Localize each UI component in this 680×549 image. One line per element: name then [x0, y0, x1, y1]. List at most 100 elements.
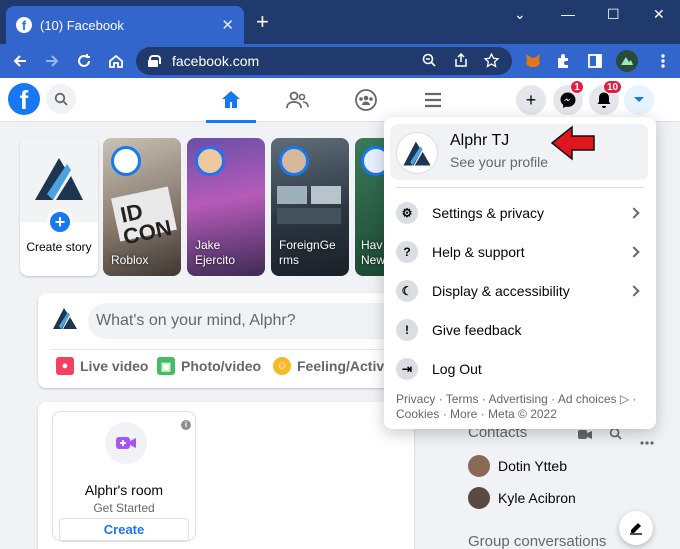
- story-avatar-foreigngerms: [279, 146, 309, 176]
- share-icon[interactable]: [454, 52, 468, 70]
- group-conversations-heading: Group conversations: [468, 533, 607, 549]
- create-story-label: Create story: [26, 240, 92, 254]
- nav-groups-icon[interactable]: [335, 78, 397, 122]
- create-story-card[interactable]: + Create story: [20, 138, 98, 276]
- tab-close-icon[interactable]: ✕: [221, 16, 234, 34]
- gear-icon: ⚙: [396, 202, 418, 224]
- video-room-icon: [105, 422, 147, 464]
- settings-privacy-label: Settings & privacy: [432, 205, 545, 221]
- nav-friends-icon[interactable]: [266, 78, 328, 122]
- photo-video-label: Photo/video: [181, 358, 262, 374]
- settings-privacy-item[interactable]: ⚙ Settings & privacy: [396, 197, 646, 229]
- notifications-bell-icon[interactable]: 10: [589, 80, 623, 115]
- display-accessibility-item[interactable]: ☾ Display & accessibility: [396, 275, 646, 307]
- back-icon[interactable]: [4, 46, 36, 76]
- story-card-jake[interactable]: Jake Ejercito: [187, 138, 265, 276]
- tab-search-icon[interactable]: ⌄: [514, 6, 526, 23]
- help-support-label: Help & support: [432, 244, 525, 260]
- address-bar[interactable]: facebook.com: [136, 47, 512, 75]
- facebook-logo[interactable]: f: [8, 83, 40, 115]
- new-tab-button[interactable]: +: [256, 10, 269, 34]
- room-subtitle: Get Started: [93, 501, 155, 515]
- story-name-foreigngerms: ForeignGe rms: [279, 238, 336, 267]
- give-feedback-item[interactable]: ! Give feedback: [396, 314, 646, 346]
- story-card-news[interactable]: Hav New: [355, 138, 387, 276]
- profile-avatar-icon[interactable]: [616, 50, 638, 72]
- feeling-activity-button[interactable]: ☺ Feeling/Activi: [273, 357, 388, 375]
- edit-icon: [630, 523, 642, 535]
- chevron-right-icon: [628, 246, 640, 258]
- story-name-news: Hav New: [361, 238, 386, 267]
- minimize-button[interactable]: —: [561, 6, 575, 22]
- messenger-icon[interactable]: 1: [553, 80, 584, 115]
- contact-item[interactable]: Dotin Ytteb: [468, 455, 567, 477]
- chevron-right-icon: [628, 207, 640, 219]
- composer-divider: [50, 349, 402, 350]
- display-accessibility-label: Display & accessibility: [432, 283, 570, 299]
- live-video-icon: ●: [56, 357, 74, 375]
- account-dropdown-icon[interactable]: [624, 85, 654, 115]
- annotation-arrow-icon: [550, 125, 595, 161]
- url-text: facebook.com: [172, 53, 260, 69]
- story-name-roblox: Roblox: [111, 253, 149, 267]
- lock-icon: [148, 55, 161, 67]
- contact-avatar: [468, 455, 490, 477]
- see-profile-item[interactable]: Alphr TJ See your profile: [390, 124, 648, 180]
- search-icon[interactable]: [46, 84, 76, 114]
- help-support-item[interactable]: ? Help & support: [396, 236, 646, 268]
- browser-tab-strip: f (10) Facebook ✕ + ⌄ — ☐ ✕: [0, 0, 680, 44]
- forward-icon[interactable]: [36, 46, 68, 76]
- tab-title: (10) Facebook: [40, 17, 124, 33]
- whats-on-your-mind-input[interactable]: What's on your mind, Alphr?: [88, 303, 408, 339]
- photo-video-button[interactable]: ▣ Photo/video: [157, 357, 261, 375]
- feeling-activity-label: Feeling/Activi: [297, 358, 389, 374]
- zoom-icon[interactable]: [422, 53, 436, 70]
- log-out-icon: ⇥: [396, 358, 418, 380]
- live-video-label: Live video: [80, 358, 149, 374]
- nav-home-icon[interactable]: [200, 78, 262, 123]
- contacts-more-icon[interactable]: [640, 432, 654, 450]
- new-room-icon[interactable]: [578, 428, 592, 446]
- room-title: Alphr's room: [84, 482, 164, 498]
- profile-avatar: [396, 132, 438, 174]
- profile-subtitle: See your profile: [450, 154, 549, 170]
- browser-tab[interactable]: f (10) Facebook ✕: [6, 6, 244, 44]
- nav-menu-icon[interactable]: [402, 78, 464, 122]
- chevron-right-icon: [628, 285, 640, 297]
- home-icon[interactable]: [100, 46, 132, 76]
- contacts-search-icon[interactable]: [609, 427, 622, 445]
- log-out-label: Log Out: [432, 361, 482, 377]
- more-menu-icon[interactable]: [652, 50, 674, 72]
- story-avatar-jake: [195, 146, 225, 176]
- story-card-foreigngerms[interactable]: ForeignGe rms: [271, 138, 349, 276]
- bookmark-star-icon[interactable]: [483, 52, 500, 71]
- live-video-button[interactable]: ● Live video: [56, 357, 148, 375]
- post-composer: What's on your mind, Alphr? ● Live video…: [38, 293, 414, 388]
- close-window-button[interactable]: ✕: [653, 6, 665, 23]
- help-icon: ?: [396, 241, 418, 263]
- facebook-header: f + 1 10: [0, 78, 680, 123]
- composer-avatar[interactable]: [50, 303, 80, 333]
- extensions-puzzle-icon[interactable]: [552, 50, 574, 72]
- create-room-button[interactable]: Create: [59, 518, 189, 542]
- notifications-badge: 10: [603, 80, 623, 94]
- story-avatar-roblox: [111, 146, 141, 176]
- add-story-icon: +: [47, 209, 73, 235]
- reload-icon[interactable]: [68, 46, 100, 76]
- contact-item[interactable]: Kyle Acibron: [468, 487, 576, 509]
- create-button[interactable]: +: [516, 85, 546, 115]
- metamask-icon[interactable]: [522, 50, 544, 72]
- log-out-item[interactable]: ⇥ Log Out: [396, 353, 646, 385]
- menu-divider: [396, 187, 644, 188]
- profile-name: Alphr TJ: [450, 132, 510, 149]
- menu-footer-links[interactable]: Privacy · Terms · Advertising · Ad choic…: [396, 392, 646, 422]
- photo-video-icon: ▣: [157, 357, 175, 375]
- feeling-smiley-icon: ☺: [273, 357, 291, 375]
- maximize-button[interactable]: ☐: [607, 6, 620, 23]
- story-card-roblox[interactable]: ID CON Roblox: [103, 138, 181, 276]
- moon-icon: ☾: [396, 280, 418, 302]
- side-panel-icon[interactable]: [584, 50, 606, 72]
- account-menu: Alphr TJ See your profile ⚙ Settings & p…: [384, 117, 656, 429]
- info-icon[interactable]: i: [181, 420, 191, 430]
- new-message-button[interactable]: [619, 511, 653, 545]
